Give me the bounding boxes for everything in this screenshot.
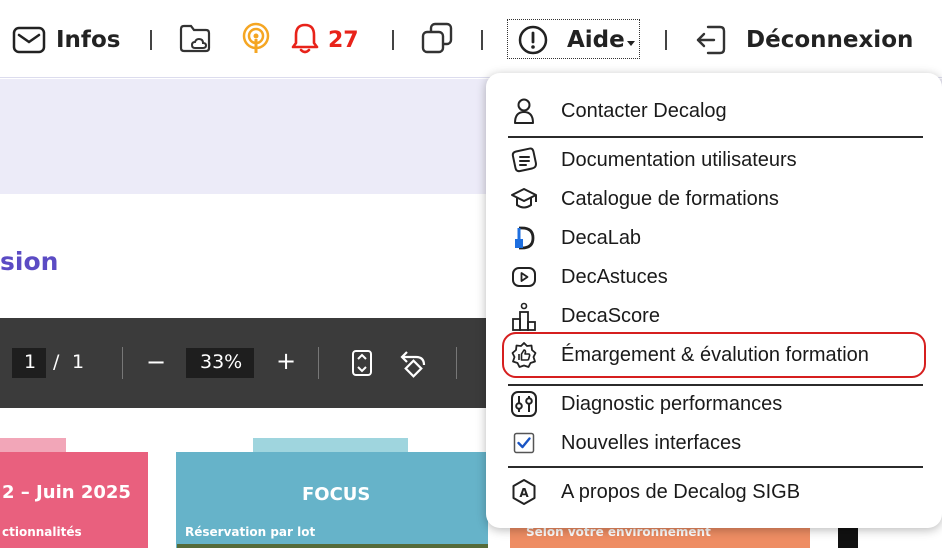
a-badge-icon: A [510,478,538,506]
menu-item-contacter-decalog[interactable]: Contacter Decalog [486,93,942,129]
menu-item-diagnostic-performances[interactable]: Diagnostic performances [486,386,942,422]
card-subtitle: Réservation par lot [185,525,316,539]
card-title: FOCUS [302,484,371,505]
menu-item-label: A propos de Decalog SIGB [561,480,801,503]
person-icon [510,97,538,125]
menu-item-label: Diagnostic performances [561,392,783,415]
fit-page-icon[interactable] [351,349,373,382]
menu-item-catalogue-formations[interactable]: Catalogue de formations [486,181,942,217]
video-play-icon [510,263,538,291]
menu-item-label: DecaScore [561,304,660,327]
menu-item-label: Émargement & évalution formation [561,343,869,366]
notifications-button[interactable]: 27 [290,18,359,62]
menu-item-decastuces[interactable]: DecAstuces [486,259,942,295]
notifications-count: 27 [328,27,359,53]
zoom-out-button[interactable]: − [146,348,166,376]
toolbar-divider [122,347,123,379]
decalab-icon [510,224,538,252]
zoom-in-button[interactable]: + [276,347,296,375]
page-separator: / [53,351,60,373]
menu-item-label: Documentation utilisateurs [561,148,797,171]
help-menu-button[interactable]: Aide [517,18,635,62]
help-dropdown-menu: Contacter Decalog Documentation utilisat… [486,73,942,528]
graduation-cap-icon [510,185,538,213]
zoom-value: 33% [200,351,243,373]
switch-window-button[interactable] [420,18,454,62]
podcast-button[interactable] [240,18,272,62]
card-photo [177,544,488,548]
news-card[interactable]: 2 – Juin 2025 ctionnalités [0,452,148,548]
zoom-level-field[interactable]: 33% [186,348,254,378]
news-card[interactable]: FOCUS Réservation par lot [176,452,488,548]
menu-item-documentation[interactable]: Documentation utilisateurs [486,142,942,178]
card-subtitle: ctionnalités [2,525,82,539]
folder-cloud-button[interactable] [178,18,212,62]
chevron-down-icon [626,40,635,46]
folder-cloud-icon [178,21,212,60]
mail-icon [12,25,46,55]
svg-text:A: A [519,486,529,500]
menu-divider [508,466,923,468]
checkbox-checked-icon[interactable] [510,429,538,457]
page-number-input[interactable]: 1 [12,348,46,378]
logout-label: Déconnexion [746,27,914,53]
page-total: 1 [72,351,85,373]
infos-label: Infos [56,27,121,53]
menu-item-label: Catalogue de formations [561,187,779,210]
rotate-icon[interactable] [398,348,428,383]
help-label: Aide [567,27,625,53]
sliders-icon [510,390,538,418]
thumbs-up-badge-icon [510,341,538,369]
podium-icon [510,302,538,331]
toolbar-divider [150,30,152,50]
menu-item-nouvelles-interfaces[interactable]: Nouvelles interfaces [486,425,942,461]
toolbar-divider [481,30,483,50]
menu-item-decascore[interactable]: DecaScore [486,298,942,334]
menu-item-decalab[interactable]: DecaLab [486,220,942,256]
menu-item-a-propos[interactable]: A A propos de Decalog SIGB [486,474,942,510]
podcast-icon [240,21,272,60]
page-title: sion [0,247,59,276]
documentation-icon [510,146,538,174]
logout-icon [694,23,728,57]
alert-circle-icon [517,24,549,56]
page-current: 1 [24,351,37,373]
menu-divider [508,136,923,138]
infos-button[interactable]: Infos [12,18,120,62]
bell-icon [290,21,320,60]
copy-windows-icon [420,21,454,60]
menu-item-emargement-evaluation[interactable]: Émargement & évalution formation [486,337,942,373]
toolbar-divider [456,347,457,379]
toolbar-divider [665,30,667,50]
menu-item-label: DecAstuces [561,265,668,288]
menu-item-label: Nouvelles interfaces [561,431,742,454]
menu-item-label: DecaLab [561,226,642,249]
toolbar-divider [318,347,319,379]
logout-button[interactable]: Déconnexion [694,18,913,62]
card-title: 2 – Juin 2025 [2,482,131,503]
toolbar-divider [392,30,394,50]
menu-item-label: Contacter Decalog [561,99,727,122]
top-bar: Infos 27 Aide Déconnexion [0,0,942,78]
